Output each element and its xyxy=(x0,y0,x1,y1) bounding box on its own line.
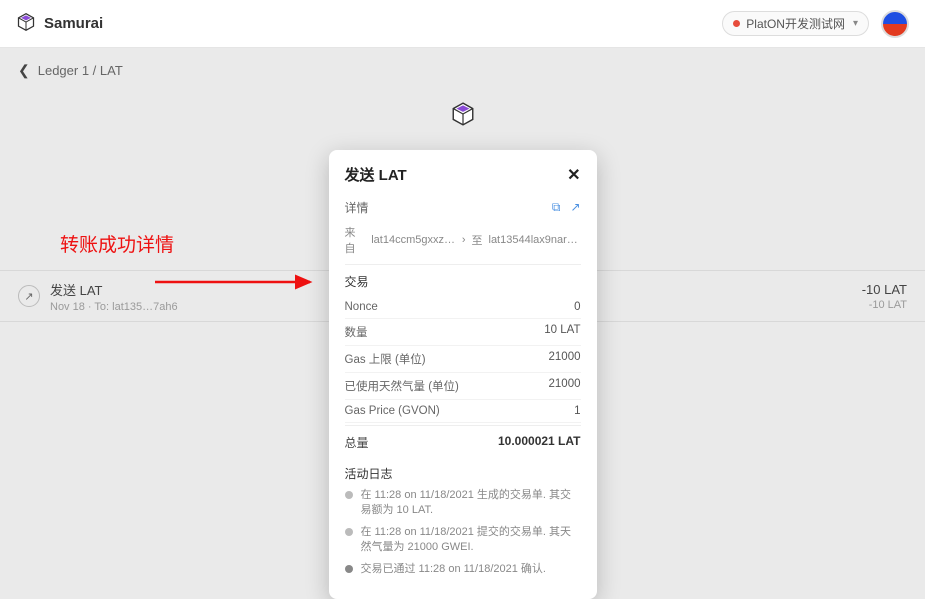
transaction-title: 发送 LAT xyxy=(50,280,178,299)
modal-header: 发送 LAT ✕ xyxy=(345,164,581,185)
main-center xyxy=(0,101,925,132)
log-dot-done-icon xyxy=(345,565,353,573)
transaction-amount-sub: -10 LAT xyxy=(862,299,907,311)
brand-name: Samurai xyxy=(44,15,103,32)
account-avatar[interactable] xyxy=(881,10,909,38)
transaction-amount: -10 LAT xyxy=(862,282,907,297)
to-label: 至 xyxy=(472,232,483,248)
topbar-right: PlatON开发测试网 ▾ xyxy=(722,10,909,38)
close-icon[interactable]: ✕ xyxy=(567,165,580,185)
transaction-subtext: Nov 18 · To: lat135…7ah6 xyxy=(50,301,178,313)
topbar: Samurai PlatON开发测试网 ▾ xyxy=(0,0,925,48)
network-label: PlatON开发测试网 xyxy=(746,15,845,32)
from-label: 来自 xyxy=(345,224,366,256)
transaction-detail-modal: 发送 LAT ✕ 详情 ⧉ ↗ 来自 lat14ccm5gxxz7… › 至 l… xyxy=(329,150,597,599)
modal-title: 发送 LAT xyxy=(345,164,407,185)
row-amount: 数量 10 LAT xyxy=(345,319,581,346)
token-cube-icon xyxy=(450,101,476,132)
back-button[interactable]: ❮ xyxy=(18,62,30,79)
detail-label: 详情 xyxy=(345,199,369,216)
open-external-icon[interactable]: ↗ xyxy=(570,200,580,215)
row-nonce: Nonce 0 xyxy=(345,296,581,319)
annotation-label: 转账成功详情 xyxy=(60,230,174,257)
log-dot-icon xyxy=(345,491,353,499)
tx-section-title: 交易 xyxy=(345,264,581,290)
chevron-right-icon: › xyxy=(462,234,466,246)
send-arrow-icon: ↗ xyxy=(18,285,40,307)
transaction-row-right: -10 LAT -10 LAT xyxy=(862,282,907,311)
row-total: 总量 10.000021 LAT xyxy=(345,425,581,457)
activity-log-title: 活动日志 xyxy=(345,465,581,482)
log-dot-icon xyxy=(345,528,353,536)
chevron-down-icon: ▾ xyxy=(853,18,858,29)
detail-header-row: 详情 ⧉ ↗ xyxy=(345,199,581,216)
breadcrumb: ❮ Ledger 1 / LAT xyxy=(0,48,925,93)
log-entry: 在 11:28 on 11/18/2021 生成的交易单. 其交易额为 10 L… xyxy=(345,488,581,519)
log-entry: 在 11:28 on 11/18/2021 提交的交易单. 其天然气量为 210… xyxy=(345,525,581,556)
network-selector[interactable]: PlatON开发测试网 ▾ xyxy=(722,11,869,36)
breadcrumb-text: Ledger 1 / LAT xyxy=(38,63,123,78)
transaction-row-left: ↗ 发送 LAT Nov 18 · To: lat135…7ah6 xyxy=(18,280,178,313)
network-status-dot xyxy=(733,20,740,27)
row-gas-price: Gas Price (GVON) 1 xyxy=(345,400,581,423)
row-gas-used: 已使用天然气量 (单位) 21000 xyxy=(345,373,581,400)
brand: Samurai xyxy=(16,12,103,36)
to-address[interactable]: lat13544lax9nare2… xyxy=(489,234,581,246)
logo-icon xyxy=(16,12,36,36)
copy-icon[interactable]: ⧉ xyxy=(552,200,561,215)
row-gas-limit: Gas 上限 (单位) 21000 xyxy=(345,346,581,373)
log-entry: 交易已通过 11:28 on 11/18/2021 确认. xyxy=(345,562,581,577)
from-address[interactable]: lat14ccm5gxxz7… xyxy=(371,234,456,246)
address-line: 来自 lat14ccm5gxxz7… › 至 lat13544lax9nare2… xyxy=(345,224,581,256)
